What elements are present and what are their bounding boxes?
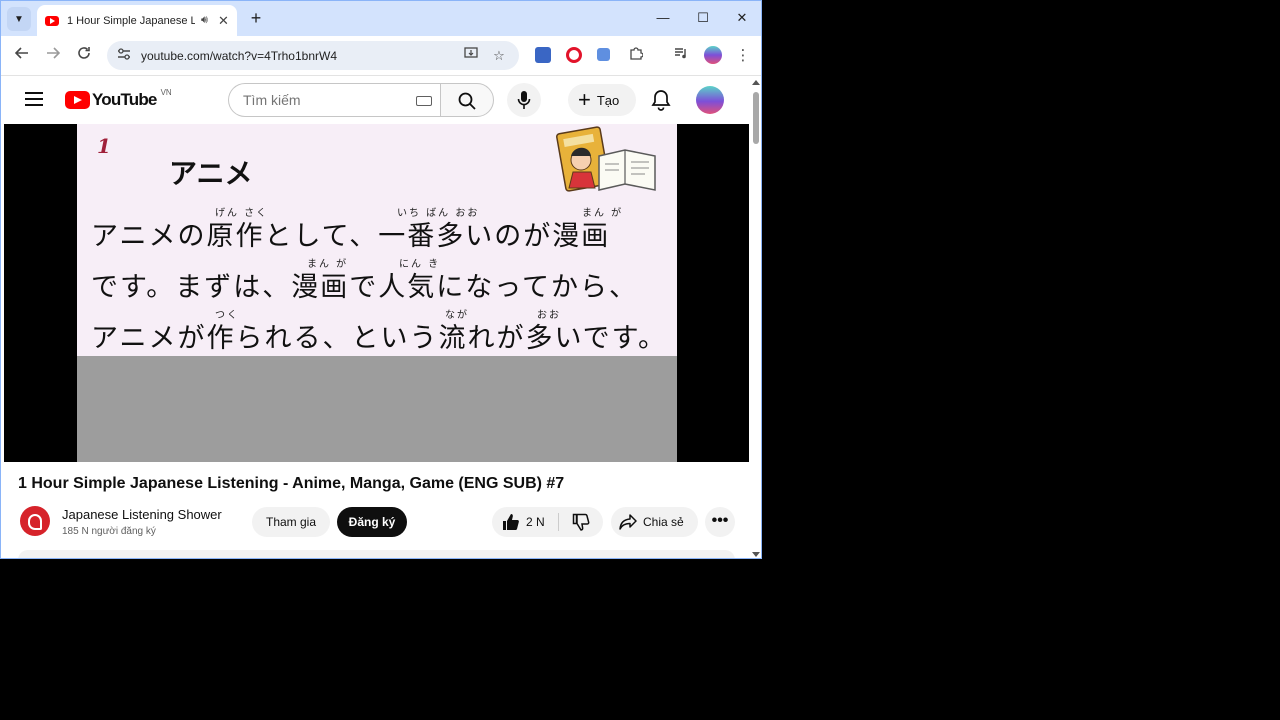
video-player[interactable]: 1 アニメ げん さく いち ばん おお まん が アニメの原作として、一番多い… xyxy=(4,124,749,462)
keyboard-icon[interactable] xyxy=(416,96,432,106)
more-vertical-icon: ⋮ xyxy=(735,47,751,64)
queue-music-icon xyxy=(675,48,686,59)
url-text: youtube.com/watch?v=4Trho1bnrW4 xyxy=(141,48,337,63)
browser-window: ▼ 1 Hour Simple Japanese Listening - Ani… xyxy=(0,0,762,559)
country-code: VN xyxy=(160,87,172,97)
slide-number: 1 xyxy=(97,134,111,158)
youtube-play-icon xyxy=(65,91,90,109)
back-button[interactable] xyxy=(10,44,34,68)
voice-search-button[interactable] xyxy=(507,83,541,117)
tab-title: 1 Hour Simple Japanese Listening - Anime… xyxy=(67,14,195,27)
scroll-up-arrow-icon[interactable] xyxy=(752,80,760,85)
youtube-header: YouTube VN + Tạo xyxy=(1,76,749,124)
new-tab-button[interactable]: + xyxy=(245,7,267,29)
youtube-logo-text: YouTube xyxy=(92,90,157,109)
browser-menu-button[interactable]: ⋮ xyxy=(731,44,755,68)
share-button[interactable]: Chia sẻ xyxy=(611,507,698,537)
forward-button[interactable] xyxy=(41,44,65,68)
maximize-button[interactable]: ☐ xyxy=(683,7,723,29)
close-window-button[interactable]: ✕ xyxy=(722,7,761,29)
manga-book-illustration xyxy=(556,126,656,192)
create-label: Tạo xyxy=(596,92,620,108)
arrow-left-icon xyxy=(14,47,28,59)
address-bar[interactable]: youtube.com/watch?v=4Trho1bnrW4 ☆ xyxy=(107,41,519,70)
like-button[interactable]: 2 N xyxy=(492,507,558,537)
minimize-button[interactable]: — xyxy=(643,7,683,29)
scroll-down-arrow-icon[interactable] xyxy=(752,552,760,557)
reload-icon xyxy=(78,47,90,59)
subscriber-count: 185 N người đăng ký xyxy=(62,526,156,537)
youtube-favicon-icon xyxy=(45,15,59,26)
notifications-button[interactable] xyxy=(647,86,675,114)
description-box[interactable] xyxy=(18,550,735,558)
tab-youtube[interactable]: 1 Hour Simple Japanese Listening - Anime… xyxy=(37,5,237,36)
search-icon xyxy=(458,92,476,110)
join-button[interactable]: Tham gia xyxy=(252,507,330,537)
thumbs-up-icon xyxy=(503,514,519,530)
slide-text-line: です。まずは、漫画で人気になってから、 xyxy=(91,272,638,303)
menu-icon[interactable] xyxy=(25,92,43,106)
slide-title: アニメ xyxy=(169,157,253,190)
share-arrow-icon xyxy=(619,514,637,530)
media-control-button[interactable] xyxy=(669,44,693,68)
chevron-down-icon: ▼ xyxy=(14,13,24,25)
search-button[interactable] xyxy=(440,83,494,117)
speaker-icon[interactable]: 🔊︎ xyxy=(201,14,208,27)
browser-toolbar: youtube.com/watch?v=4Trho1bnrW4 ☆ ⋮ xyxy=(1,36,761,76)
install-app-icon[interactable] xyxy=(461,45,481,66)
plus-icon: + xyxy=(578,87,591,112)
video-slide: 1 アニメ げん さく いち ばん おお まん が アニメの原作として、一番多い… xyxy=(77,124,677,356)
youtube-logo[interactable]: YouTube VN xyxy=(65,87,172,110)
create-button[interactable]: + Tạo xyxy=(568,84,636,116)
account-avatar[interactable] xyxy=(696,86,724,114)
video-lower-area xyxy=(77,356,677,462)
tab-close-button[interactable]: ✕ xyxy=(218,13,229,29)
reload-button[interactable] xyxy=(72,44,96,68)
microphone-icon xyxy=(517,91,531,109)
arrow-right-icon xyxy=(47,47,61,59)
video-title: 1 Hour Simple Japanese Listening - Anime… xyxy=(18,475,565,492)
slide-text-line: アニメの原作として、一番多いのが漫画 xyxy=(91,221,611,252)
profile-avatar[interactable] xyxy=(704,46,722,64)
dislike-button[interactable] xyxy=(559,507,603,537)
site-settings-icon[interactable] xyxy=(117,48,137,63)
thumbs-down-icon xyxy=(572,513,590,531)
channel-name[interactable]: Japanese Listening Shower xyxy=(62,507,222,522)
like-dislike-group: 2 N xyxy=(492,507,603,537)
extensions-button[interactable] xyxy=(624,44,648,68)
like-count: 2 N xyxy=(526,515,545,529)
share-label: Chia sẻ xyxy=(643,515,684,529)
bookmark-star-icon[interactable]: ☆ xyxy=(489,45,509,66)
tab-search-button[interactable]: ▼ xyxy=(7,7,31,31)
bell-icon xyxy=(651,90,671,111)
search-box xyxy=(228,83,440,117)
tab-strip: ▼ 1 Hour Simple Japanese Listening - Ani… xyxy=(1,1,761,36)
translate-extension-icon[interactable] xyxy=(597,48,610,61)
more-actions-button[interactable]: ••• xyxy=(705,507,735,537)
subscribe-button[interactable]: Đăng ký xyxy=(337,507,407,537)
slide-text-line: アニメが作られる、という流れが多いです。 xyxy=(91,323,667,354)
search-input[interactable] xyxy=(243,92,403,108)
puzzle-icon xyxy=(630,47,644,60)
page-scrollbar[interactable] xyxy=(749,76,761,558)
channel-avatar[interactable] xyxy=(20,506,50,536)
scrollbar-thumb[interactable] xyxy=(753,92,759,144)
extension-icon[interactable] xyxy=(535,47,551,63)
opera-extension-icon[interactable] xyxy=(566,47,582,63)
